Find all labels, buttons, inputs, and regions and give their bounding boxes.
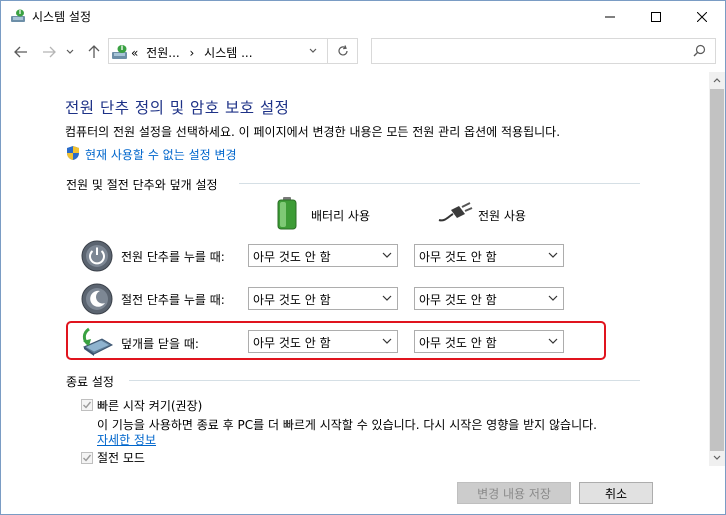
search-input[interactable]	[371, 38, 716, 64]
breadcrumb-overflow[interactable]: «	[131, 46, 138, 60]
chevron-down-icon	[66, 49, 74, 54]
fast-startup-description: 이 기능을 사용하면 종료 후 PC를 더 빠르게 시작할 수 있습니다. 다시…	[97, 418, 597, 432]
sleep-button-icon	[80, 282, 114, 316]
chevron-down-icon	[382, 338, 392, 344]
power-plug-icon	[437, 202, 473, 224]
close-icon	[697, 11, 707, 22]
checkmark-icon	[83, 454, 92, 462]
chevron-down-icon	[382, 252, 392, 258]
uac-shield-icon	[65, 145, 81, 161]
section-divider	[239, 183, 640, 184]
scroll-thumb[interactable]	[710, 89, 724, 451]
power-button-battery-select[interactable]: 아무 것도 안 함	[248, 244, 398, 267]
power-button-icon	[80, 239, 114, 273]
sleep-label: 절전 모드	[97, 451, 145, 465]
forward-button[interactable]	[39, 43, 59, 61]
checkmark-icon	[83, 401, 92, 409]
chevron-down-icon	[309, 48, 317, 53]
shutdown-section-title: 종료 설정	[66, 375, 114, 389]
chevron-down-icon	[382, 295, 392, 301]
page-title: 전원 단추 정의 및 암호 보호 설정	[65, 99, 290, 117]
refresh-button[interactable]	[327, 39, 358, 63]
maximize-button[interactable]	[633, 1, 679, 32]
window-title: 시스템 설정	[32, 10, 92, 24]
chevron-down-icon	[713, 455, 721, 460]
scroll-down-button[interactable]	[709, 449, 725, 466]
maximize-icon	[651, 11, 661, 22]
close-button[interactable]	[679, 1, 725, 32]
breadcrumb-system-settings[interactable]: 시스템 ...	[204, 46, 252, 60]
fast-startup-checkbox[interactable]	[81, 399, 93, 411]
battery-icon	[273, 196, 301, 230]
section-divider	[129, 380, 640, 381]
minimize-button[interactable]	[587, 1, 633, 32]
battery-column-header: 배터리 사용	[311, 209, 371, 223]
learn-more-link[interactable]: 자세한 정보	[97, 431, 156, 448]
control-panel-icon	[111, 43, 129, 61]
power-buttons-section-title: 전원 및 절전 단추와 덮개 설정	[66, 178, 218, 192]
sleep-button-battery-select[interactable]: 아무 것도 안 함	[248, 287, 398, 310]
save-changes-button[interactable]: 변경 내용 저장	[457, 482, 571, 504]
chevron-down-icon	[548, 295, 558, 301]
lid-close-plugged-select[interactable]: 아무 것도 안 함	[414, 330, 564, 353]
up-arrow-icon	[88, 45, 100, 58]
system-settings-window: 시스템 설정 « 전원... › 시스템 ... 전원 단추 정의 및 암호 보…	[0, 0, 726, 515]
power-button-plugged-select[interactable]: 아무 것도 안 함	[414, 244, 564, 267]
chevron-up-icon	[713, 78, 721, 83]
footer: 변경 내용 저장 취소	[1, 466, 725, 514]
chevron-down-icon	[548, 252, 558, 258]
title-bar: 시스템 설정	[1, 1, 725, 32]
back-button[interactable]	[11, 43, 31, 61]
laptop-lid-icon	[80, 325, 114, 359]
back-arrow-icon	[14, 46, 27, 58]
lid-close-battery-select[interactable]: 아무 것도 안 함	[248, 330, 398, 353]
vertical-scrollbar[interactable]	[709, 72, 725, 466]
breadcrumb-power-options[interactable]: 전원...	[146, 46, 180, 60]
change-unavailable-settings-link[interactable]: 현재 사용할 수 없는 설정 변경	[85, 146, 237, 163]
up-button[interactable]	[84, 43, 104, 61]
search-icon	[693, 44, 706, 57]
plugged-in-column-header: 전원 사용	[478, 209, 526, 223]
scroll-up-button[interactable]	[709, 72, 725, 89]
main-content: 전원 단추 정의 및 암호 보호 설정 컴퓨터의 전원 설정을 선택하세요. 이…	[1, 72, 709, 466]
lid-close-label: 덮개를 닫을 때:	[121, 337, 199, 351]
navigation-bar: « 전원... › 시스템 ...	[1, 32, 725, 72]
sleep-checkbox[interactable]	[81, 452, 93, 464]
power-options-icon	[10, 8, 26, 24]
cancel-button[interactable]: 취소	[579, 482, 653, 504]
chevron-down-icon	[548, 338, 558, 344]
address-dropdown-button[interactable]	[300, 39, 326, 63]
page-description: 컴퓨터의 전원 설정을 선택하세요. 이 페이지에서 변경한 내용은 모든 전원…	[65, 125, 561, 139]
address-bar[interactable]: « 전원... › 시스템 ...	[108, 38, 358, 64]
forward-arrow-icon	[43, 46, 56, 58]
power-button-label: 전원 단추를 누를 때:	[121, 250, 225, 264]
breadcrumb: « 전원... › 시스템 ...	[131, 44, 253, 61]
sleep-button-plugged-select[interactable]: 아무 것도 안 함	[414, 287, 564, 310]
recent-locations-button[interactable]	[64, 43, 76, 61]
minimize-icon	[605, 16, 615, 17]
breadcrumb-separator[interactable]: ›	[190, 46, 195, 60]
refresh-icon	[338, 45, 348, 56]
fast-startup-label: 빠른 시작 켜기(권장)	[97, 399, 203, 413]
sleep-button-label: 절전 단추를 누를 때:	[121, 293, 225, 307]
